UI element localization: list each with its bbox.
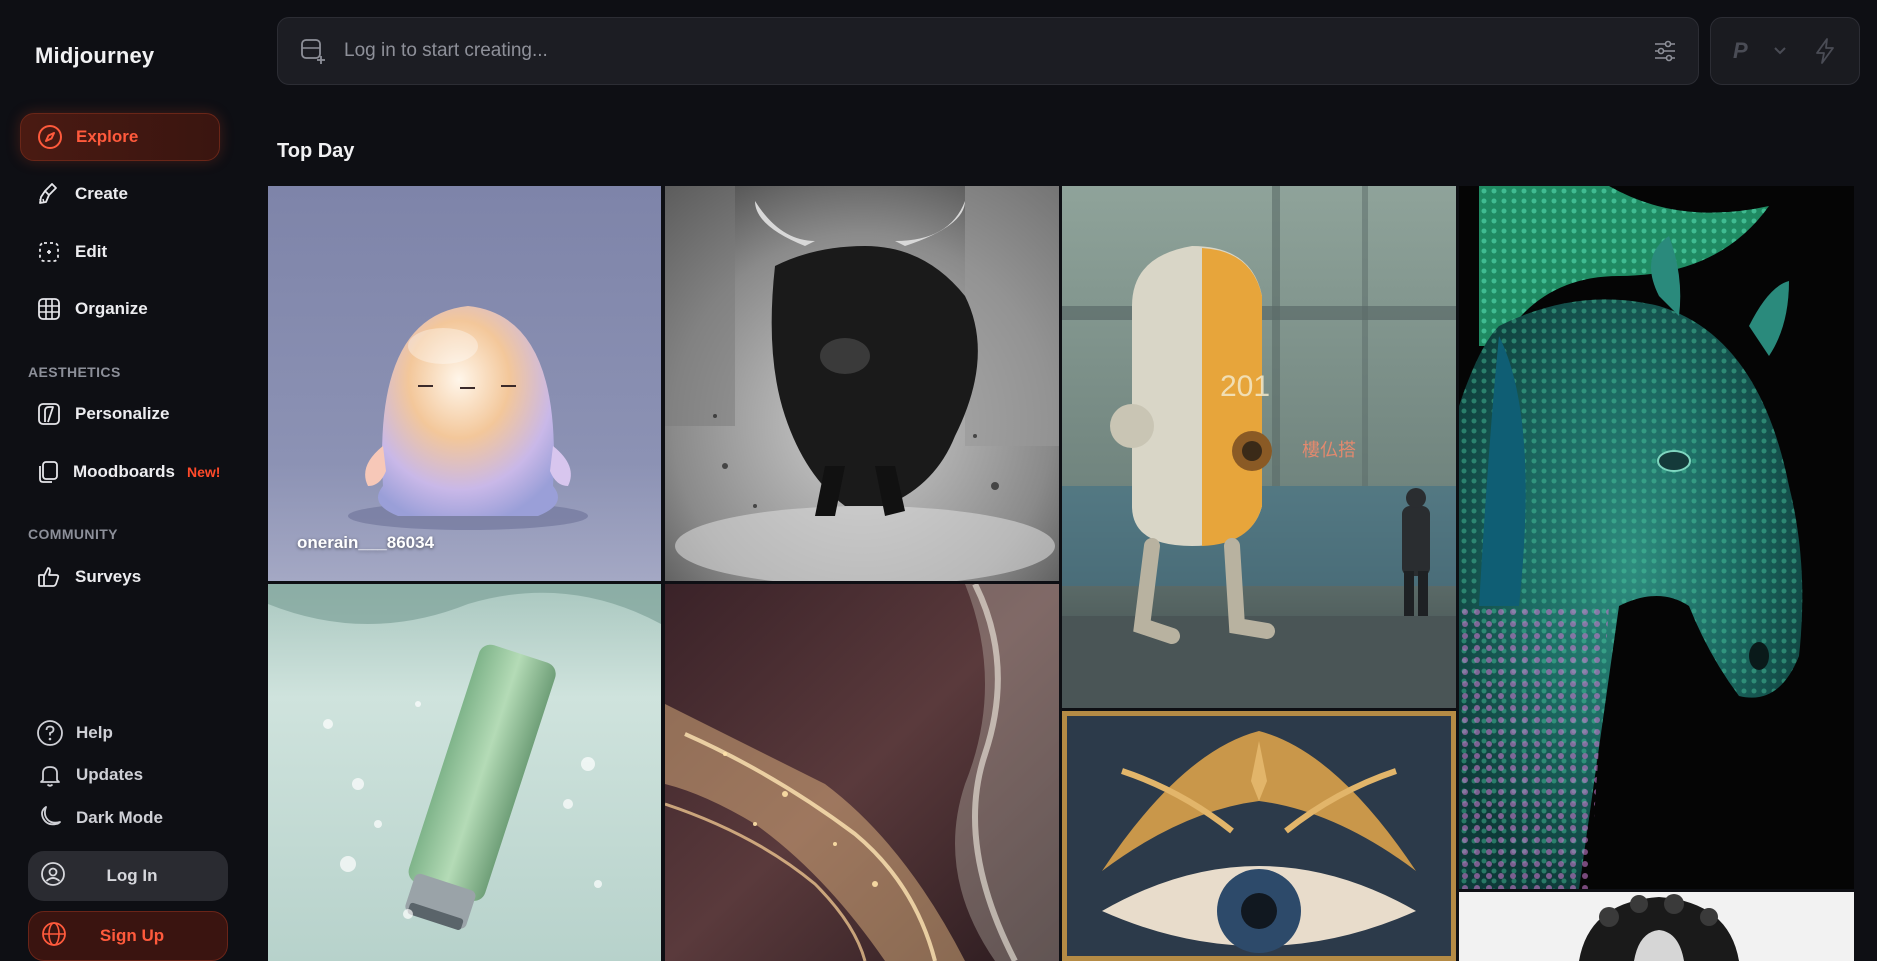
profile-mode-button[interactable]: P: [1733, 38, 1748, 64]
sidebar: Midjourney Explore Create Edit Organize: [0, 0, 250, 961]
sliders-icon[interactable]: [1650, 36, 1680, 66]
lights-image: [665, 584, 1059, 961]
eye-image: [1062, 711, 1456, 961]
updates-label: Updates: [76, 765, 144, 784]
image-add-icon[interactable]: [298, 36, 328, 66]
bull-image: [665, 186, 1059, 581]
mode-selector: P: [1710, 17, 1860, 85]
robot-image: 201 樓仏搭: [1062, 186, 1456, 708]
login-label: Log In: [106, 866, 158, 885]
dark-mode-toggle[interactable]: Dark Mode: [35, 800, 163, 836]
section-label-community: COMMUNITY: [28, 526, 118, 542]
gallery-tile-robot[interactable]: 201 樓仏搭: [1062, 186, 1456, 708]
brand-logo[interactable]: Midjourney: [35, 43, 154, 69]
personalize-icon: [35, 400, 63, 428]
svg-text:樓仏搭: 樓仏搭: [1302, 440, 1356, 461]
compass-icon: [36, 123, 64, 151]
nav-moodboards-label: Moodboards: [73, 462, 175, 481]
dark-mode-label: Dark Mode: [76, 808, 163, 827]
signup-label: Sign Up: [99, 926, 165, 945]
brush-icon: [35, 180, 63, 208]
app-root: Midjourney Explore Create Edit Organize: [0, 0, 1877, 961]
globe-icon: [41, 921, 67, 952]
thumbs-up-icon: [35, 563, 63, 591]
nav-surveys[interactable]: Surveys: [20, 553, 220, 601]
section-label-aesthetics: AESTHETICS: [28, 364, 121, 380]
nav-create[interactable]: Create: [20, 170, 220, 218]
help-link[interactable]: Help: [35, 715, 113, 751]
nav-edit[interactable]: Edit: [20, 228, 220, 276]
chevron-down-icon[interactable]: [1773, 46, 1787, 56]
nav-personalize[interactable]: Personalize: [20, 390, 220, 438]
nav-organize-label: Organize: [75, 299, 148, 318]
help-label: Help: [76, 723, 113, 742]
ghost-image: [268, 186, 661, 581]
new-badge: New!: [187, 464, 221, 480]
nav-explore-label: Explore: [76, 127, 139, 146]
nav-organize[interactable]: Organize: [20, 285, 220, 333]
help-icon: [35, 718, 65, 748]
bolt-icon[interactable]: [1813, 37, 1837, 65]
gallery-tile-tube[interactable]: [268, 584, 661, 961]
gallery-tile-eye[interactable]: [1062, 711, 1456, 961]
gallery-tile-bull[interactable]: [665, 186, 1059, 581]
gallery-tile-horse[interactable]: [1459, 186, 1854, 889]
edit-icon: [35, 238, 63, 266]
signup-button[interactable]: Sign Up: [28, 911, 228, 961]
feed-title: Top Day: [277, 140, 355, 162]
moon-icon: [35, 803, 65, 833]
bell-icon: [35, 760, 65, 790]
nav-edit-label: Edit: [75, 242, 108, 261]
portrait-image: [1459, 892, 1854, 961]
updates-link[interactable]: Updates: [35, 757, 143, 793]
tile-author: onerain___86034: [297, 533, 435, 552]
nav-surveys-label: Surveys: [75, 567, 142, 586]
prompt-input[interactable]: [344, 40, 1650, 62]
nav-create-label: Create: [75, 184, 128, 203]
horse-image: [1459, 186, 1854, 889]
moodboard-icon: [35, 458, 61, 486]
svg-text:201: 201: [1220, 370, 1270, 403]
gallery-tile-lights[interactable]: [665, 584, 1059, 961]
gallery-tile-ghost[interactable]: onerain___86034: [268, 186, 661, 581]
nav-moodboards[interactable]: Moodboards New!: [20, 448, 220, 496]
user-circle-icon: [40, 861, 66, 892]
login-button[interactable]: Log In: [28, 851, 228, 901]
nav-explore[interactable]: Explore: [20, 113, 220, 161]
tube-image: [268, 584, 661, 961]
gallery-tile-portrait[interactable]: [1459, 892, 1854, 961]
nav-personalize-label: Personalize: [75, 404, 170, 423]
prompt-bar: [277, 17, 1699, 85]
grid-icon: [35, 295, 63, 323]
